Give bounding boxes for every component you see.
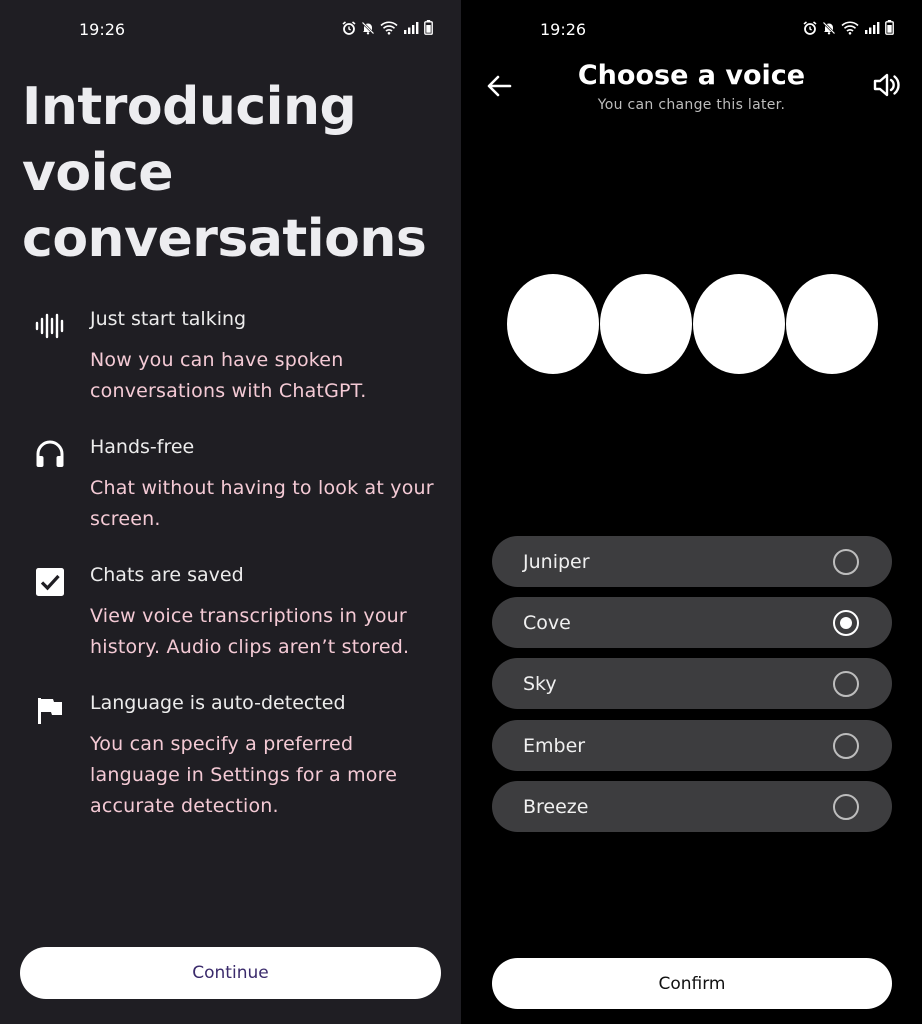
feature-heading: Just start talking (90, 308, 247, 330)
page-subtitle: You can change this later. (597, 97, 786, 113)
feature-heading: Hands-free (90, 436, 195, 458)
battery-icon (885, 20, 894, 35)
wifi-icon (841, 21, 859, 35)
page-title: Choose a voice (577, 60, 806, 91)
intro-screen: 19:26 Introducing voice conversations Ju… (0, 0, 461, 1024)
voice-option-breeze[interactable]: Breeze (492, 781, 892, 832)
radio-button[interactable] (833, 732, 859, 759)
confirm-button[interactable]: Confirm (492, 958, 892, 1009)
status-time: 19:26 (79, 20, 126, 39)
feature-description: Chat without having to look at your scre… (90, 477, 434, 530)
feature-description: View voice transcriptions in your histor… (90, 605, 410, 658)
feature-description: You can specify a preferred language in … (90, 733, 398, 817)
radio-button-selected[interactable] (833, 609, 859, 636)
speaker-icon[interactable] (872, 70, 902, 100)
voice-option-ember[interactable]: Ember (492, 720, 892, 771)
headphones-icon (36, 440, 64, 467)
status-icons (342, 20, 433, 35)
choose-voice-screen: 19:26 Choose a voice You can change this… (461, 0, 922, 1024)
status-time: 19:26 (540, 20, 587, 39)
continue-button[interactable]: Continue (20, 947, 441, 999)
voice-option-label: Breeze (523, 795, 589, 818)
alarm-icon (342, 20, 356, 35)
waveform-icon (35, 313, 64, 339)
voice-option-cove[interactable]: Cove (492, 597, 892, 648)
voice-option-label: Sky (523, 672, 557, 695)
voice-orb (600, 274, 692, 374)
voice-orb (507, 274, 599, 374)
page-title: Introducing voice conversations (22, 77, 427, 269)
voice-option-sky[interactable]: Sky (492, 658, 892, 709)
status-bar: 19:26 (461, 0, 922, 60)
wifi-icon (380, 21, 398, 35)
voice-option-label: Cove (523, 611, 571, 634)
signal-icon (865, 21, 880, 34)
feature-heading: Language is auto-detected (90, 692, 346, 714)
signal-icon (404, 21, 419, 34)
voice-orb (693, 274, 785, 374)
radio-button[interactable] (833, 793, 859, 820)
feature-heading: Chats are saved (90, 564, 244, 586)
voice-visualizer (507, 274, 879, 376)
radio-button[interactable] (833, 670, 859, 697)
alarm-icon (803, 20, 817, 35)
voice-orb (786, 274, 878, 374)
muted-bell-icon (822, 21, 836, 34)
voice-option-label: Ember (523, 734, 586, 757)
muted-bell-icon (361, 21, 375, 34)
feature-description: Now you can have spoken conversations wi… (90, 349, 367, 402)
radio-button[interactable] (833, 548, 859, 575)
status-bar: 19:26 (0, 0, 461, 60)
flag-icon (38, 698, 62, 724)
checkbox-icon (36, 568, 64, 596)
voice-option-label: Juniper (523, 550, 590, 573)
voice-option-juniper[interactable]: Juniper (492, 536, 892, 587)
battery-icon (424, 20, 433, 35)
status-icons (803, 20, 894, 35)
